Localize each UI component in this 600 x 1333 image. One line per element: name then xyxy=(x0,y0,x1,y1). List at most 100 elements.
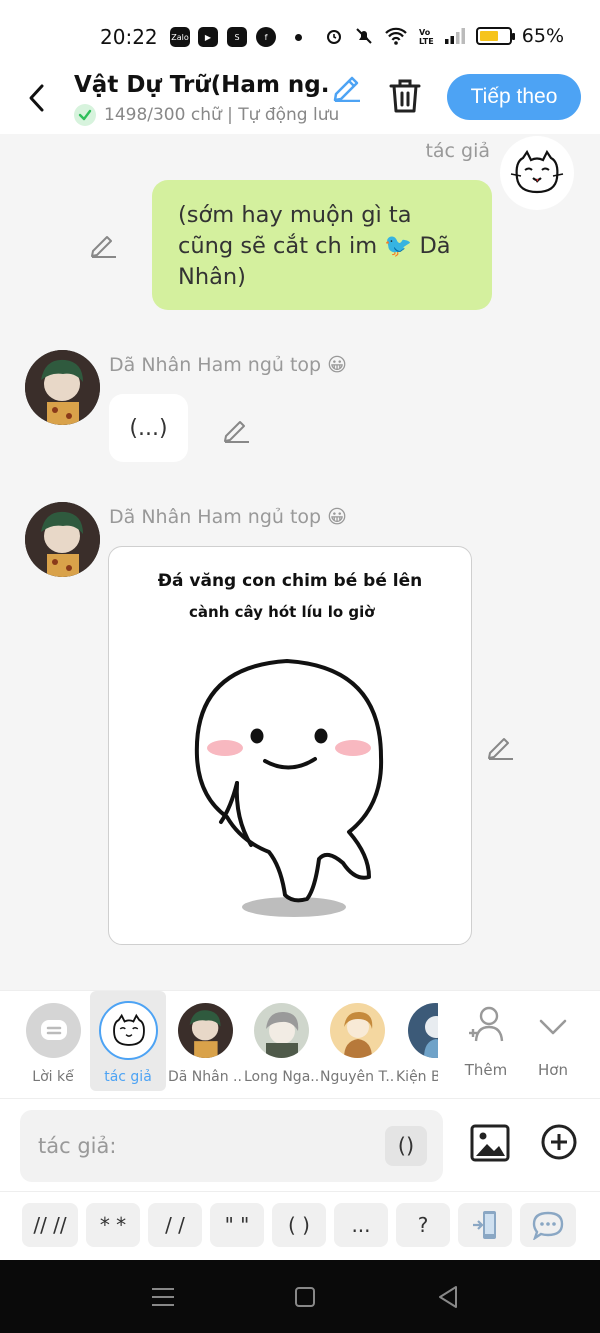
battery-percent: 65% xyxy=(521,25,564,47)
character-label: Dã Nhân ... xyxy=(168,1069,242,1085)
image-icon xyxy=(470,1124,510,1162)
author-message-bubble[interactable]: (sớm hay muộn gì ta cũng sẽ cắt ch im 🐦 … xyxy=(152,180,492,310)
character-avatar xyxy=(408,1003,438,1058)
quick-key-parentheses[interactable]: ( ) xyxy=(272,1203,326,1247)
quick-key-double-slash[interactable]: // // xyxy=(22,1203,78,1247)
plus-circle-icon xyxy=(541,1124,577,1160)
status-time: 20:22 xyxy=(100,25,158,49)
quick-key-quotes[interactable]: " " xyxy=(210,1203,264,1247)
delete-button[interactable] xyxy=(386,76,424,116)
cat-face-icon xyxy=(510,149,564,194)
battery-icon xyxy=(475,27,515,45)
character-da-nhan[interactable]: Dã Nhân ... xyxy=(168,991,242,1091)
character-author[interactable]: tác giả xyxy=(90,991,166,1091)
triangle-back-icon xyxy=(439,1286,457,1308)
composer: tác giả: () xyxy=(0,1098,600,1191)
author-avatar[interactable] xyxy=(500,136,574,210)
character-avatar[interactable] xyxy=(25,502,100,577)
sticker-caption-line1: Đá văng con chim bé bé lên xyxy=(157,571,423,591)
recent-apps-button[interactable] xyxy=(148,1282,178,1312)
character-label: Lời kể xyxy=(32,1069,74,1085)
signal-icon xyxy=(444,28,465,44)
trash-icon xyxy=(389,79,421,113)
character-kien[interactable]: Kiện B xyxy=(396,991,438,1091)
quick-symbol-bar: // // * * / / " " ( ) ... ? xyxy=(0,1191,600,1260)
story-title[interactable]: Vật Dự Trữ(Ham ng... xyxy=(74,72,328,98)
character-long-nga[interactable]: Long Nga... xyxy=(244,991,318,1091)
alarm-icon xyxy=(326,30,341,44)
edit-message-button[interactable] xyxy=(89,229,119,259)
cat-face-icon xyxy=(99,1001,158,1060)
quick-key-asterisks[interactable]: * * xyxy=(86,1203,140,1247)
status-bar: 20:22 Zalo ▶ S f Vo LTE 65% xyxy=(0,0,600,70)
quick-key-chat[interactable] xyxy=(520,1203,576,1247)
author-name-label: tác giả xyxy=(425,140,490,162)
insert-image-button[interactable] xyxy=(470,1123,510,1163)
word-count-text: 1498/300 chữ | Tự động lưu xyxy=(104,105,340,125)
blob-character-icon xyxy=(194,659,384,917)
pencil-icon xyxy=(224,421,249,443)
character-message-bubble[interactable]: (...) xyxy=(109,394,188,462)
system-nav-bar xyxy=(0,1260,600,1333)
character-avatar[interactable] xyxy=(25,350,100,425)
more-options-label: Hơn xyxy=(538,1061,568,1079)
wifi-icon xyxy=(384,27,407,45)
character-label: tác giả xyxy=(104,1069,152,1085)
back-button[interactable] xyxy=(20,78,54,118)
add-character-label: Thêm xyxy=(464,1061,508,1079)
svg-text:Vo: Vo xyxy=(419,28,431,37)
add-button[interactable] xyxy=(540,1123,578,1161)
status-indicators: Vo LTE 65% xyxy=(324,25,564,47)
zalo-icon: Zalo xyxy=(170,27,190,47)
quick-key-slashes[interactable]: / / xyxy=(148,1203,202,1247)
character-label: Kiện B xyxy=(396,1069,438,1085)
battery-fill xyxy=(479,31,498,41)
character-avatar xyxy=(254,1003,309,1058)
character-label: Long Nga... xyxy=(244,1069,318,1085)
facebook-icon: f xyxy=(256,27,276,47)
menu-icon xyxy=(152,1288,174,1306)
pencil-icon xyxy=(488,738,513,760)
shopee-icon: S xyxy=(227,27,247,47)
pencil-icon xyxy=(91,236,116,258)
chevron-left-icon xyxy=(29,84,44,112)
character-narration[interactable]: Lời kể xyxy=(16,991,90,1091)
more-options-button[interactable]: Hơn xyxy=(518,991,588,1091)
chevron-down-icon xyxy=(539,1019,567,1035)
edit-message-button[interactable] xyxy=(486,731,516,761)
quick-key-ellipsis[interactable]: ... xyxy=(334,1203,388,1247)
character-label: Nguyên T... xyxy=(320,1069,394,1085)
notification-dot-icon xyxy=(295,34,302,41)
mute-bell-icon xyxy=(356,28,372,44)
character-avatar xyxy=(330,1003,385,1058)
message-input[interactable]: tác giả: xyxy=(20,1110,443,1182)
add-character-button[interactable]: Thêm xyxy=(451,991,521,1091)
edit-message-button[interactable] xyxy=(222,414,252,444)
insert-parentheses-button[interactable]: () xyxy=(385,1126,427,1166)
chat-bubble-icon xyxy=(532,1211,564,1240)
pencil-icon xyxy=(333,76,360,103)
phone-in-icon xyxy=(473,1211,496,1239)
speaker-name: Dã Nhân Ham ngủ top 😀 xyxy=(109,506,347,528)
next-button[interactable]: Tiếp theo xyxy=(447,74,581,120)
quick-key-question[interactable]: ? xyxy=(396,1203,450,1247)
edit-title-button[interactable] xyxy=(330,70,364,103)
add-user-icon xyxy=(469,1006,504,1042)
sticker-caption-line2: cành cây hót líu lo giờ xyxy=(189,603,375,621)
narration-icon xyxy=(26,1003,81,1058)
editor-header: Vật Dự Trữ(Ham ng... 1498/300 chữ | Tự đ… xyxy=(0,70,600,134)
video-chat-icon: ▶ xyxy=(198,27,218,47)
home-button[interactable] xyxy=(290,1282,320,1312)
volte-icon: VoLTE xyxy=(419,28,434,46)
svg-text:LTE: LTE xyxy=(419,37,434,46)
square-icon xyxy=(295,1287,315,1307)
chat-area[interactable]: tác giả (sớm hay muộn gì ta cũng sẽ cắt … xyxy=(0,134,600,990)
sticker-image[interactable]: Đá văng con chim bé bé lên cành cây hót … xyxy=(108,546,472,945)
word-count-status: 1498/300 chữ | Tự động lưu xyxy=(74,104,339,126)
speaker-name: Dã Nhân Ham ngủ top 😀 xyxy=(109,354,347,376)
quick-key-phone[interactable] xyxy=(458,1203,512,1247)
check-icon xyxy=(74,104,96,126)
back-nav-button[interactable] xyxy=(434,1282,464,1312)
character-avatar xyxy=(178,1003,233,1058)
character-nguyen[interactable]: Nguyên T... xyxy=(320,991,394,1091)
